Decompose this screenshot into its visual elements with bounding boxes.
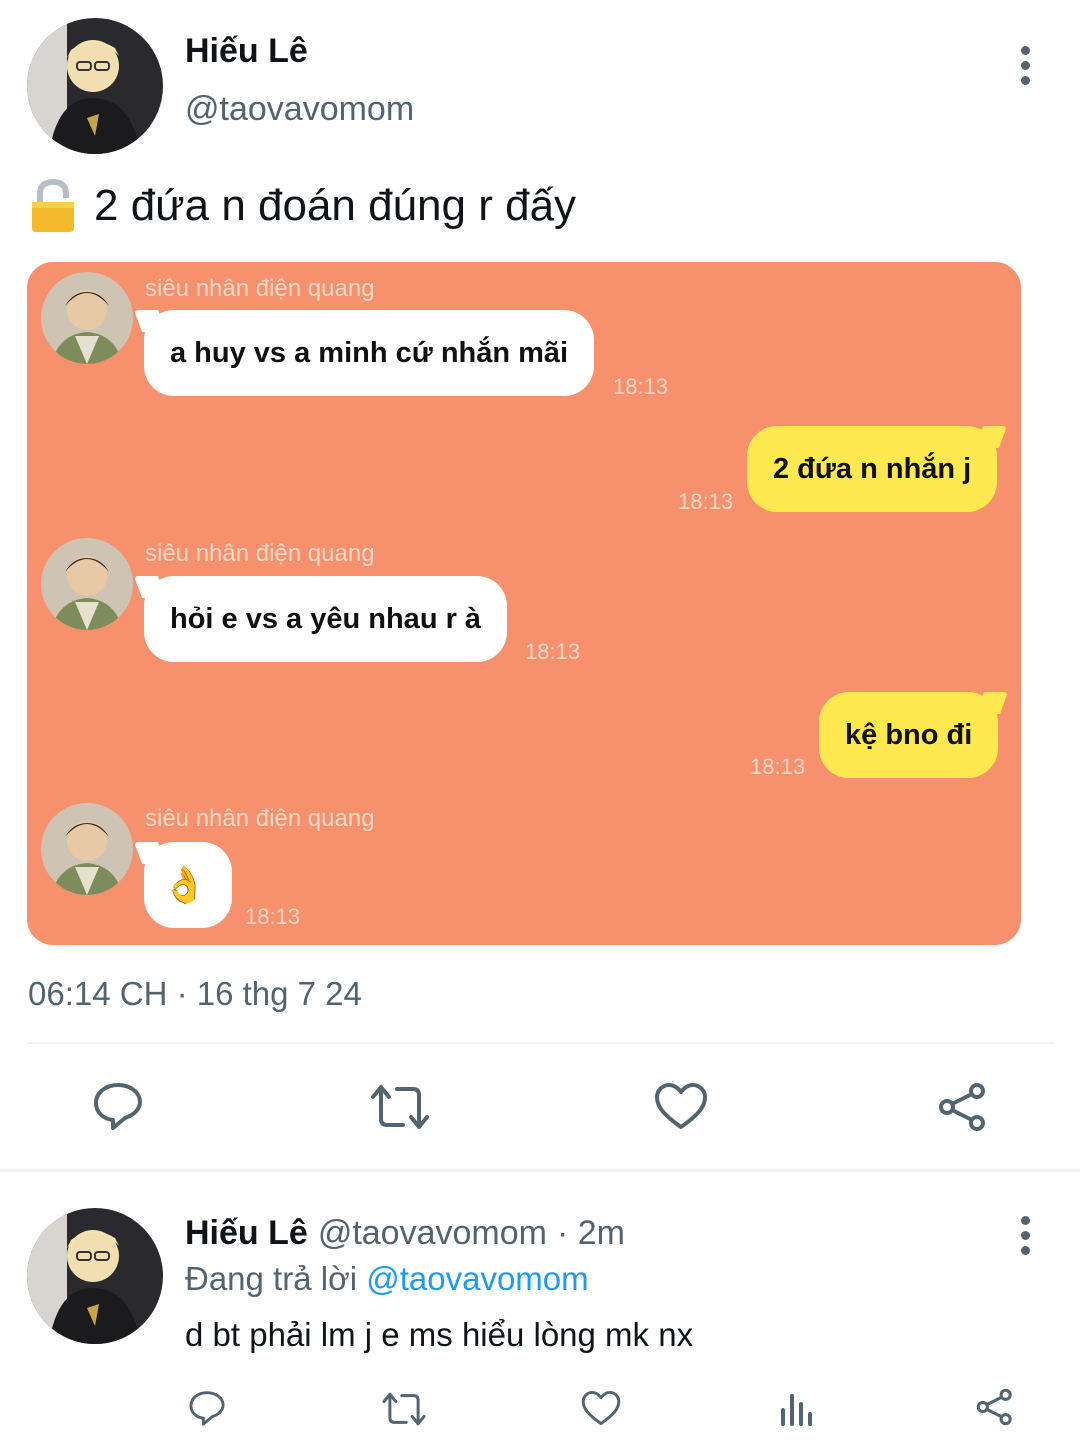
reply-retweet-button[interactable] [381,1391,427,1427]
reply-icon [94,1083,142,1130]
chat-bubble: kệ bno đi [819,692,999,778]
heart-icon [655,1083,707,1129]
tweet-media-image[interactable]: siêu nhân điện quang a huy vs a minh cứ … [27,262,1021,945]
divider [27,1042,1054,1044]
reply-analytics-button[interactable] [780,1388,814,1426]
chat-message-text: 2 đứa n nhắn j [773,452,972,485]
tweet-body: 2 đứa n đoán đúng r đấy [94,181,577,230]
like-button[interactable] [654,1082,708,1130]
lock-icon [32,178,74,232]
reply-button[interactable] [92,1081,144,1131]
replying-to-line: Đang trả lời @taovavomom [185,1260,589,1298]
chat-time: 18:13 [613,374,669,399]
reply-text: d bt phải lm j e ms hiểu lòng mk nx [185,1316,694,1353]
author-handle[interactable]: @taovavomom [185,90,414,129]
chat-sender-name: siêu nhân điện quang [145,275,375,302]
reply-reply-button[interactable] [188,1389,226,1427]
chat-bubble: 2 đứa n nhắn j [747,426,998,512]
reply-author-avatar[interactable] [27,1208,163,1344]
chat-message-text: kệ bno đi [845,718,973,751]
chat-avatar [41,538,133,630]
reply-icon [189,1391,225,1426]
analytics-icon [781,1394,812,1426]
chat-sender-name: siêu nhân điện quang [145,540,375,567]
chat-time: 18:13 [750,754,806,779]
reply-age[interactable]: · 2m [557,1214,625,1253]
more-options-icon[interactable] [1015,46,1035,91]
chat-time: 18:13 [678,489,734,514]
retweet-icon [371,1085,429,1129]
share-icon [939,1083,985,1131]
heart-icon [581,1390,621,1426]
replying-to-mention[interactable]: @taovavomom [366,1260,588,1297]
author-avatar[interactable] [27,18,163,154]
chat-time: 18:13 [245,904,301,929]
chat-bubble: hỏi e vs a yêu nhau r à [144,576,508,662]
share-button[interactable] [937,1082,989,1132]
share-icon [976,1388,1012,1426]
chat-sender-name: siêu nhân điện quang [145,805,375,832]
chat-message-text: hỏi e vs a yêu nhau r à [170,602,482,635]
reply-header: Hiếu Lê @taovavomom · 2m [185,1214,625,1253]
chat-avatar [41,803,133,895]
ok-hand-emoji: 👌 [162,864,207,905]
reply-author-handle[interactable]: @taovavomom [318,1214,547,1253]
chat-bubble: a huy vs a minh cứ nhắn mãi [144,310,595,396]
chat-bubble: 👌 [144,842,232,928]
tweet-timestamp[interactable]: 06:14 CH · 16 thg 7 24 [28,975,362,1013]
author-name[interactable]: Hiếu Lê [185,32,308,71]
reply-like-button[interactable] [581,1390,621,1426]
chat-avatar [41,272,133,364]
retweet-button[interactable] [369,1083,431,1131]
retweet-icon [382,1392,426,1426]
tweet-text: 2 đứa n đoán đúng r đấy [28,178,576,234]
reply-author-name[interactable]: Hiếu Lê [185,1214,308,1253]
section-divider [0,1169,1080,1172]
chat-time: 18:13 [525,639,581,664]
reply-more-options-icon[interactable] [1015,1216,1035,1261]
replying-to-prefix: Đang trả lời [185,1260,358,1297]
chat-message-text: a huy vs a minh cứ nhắn mãi [170,336,569,369]
reply-share-button[interactable] [975,1388,1015,1426]
